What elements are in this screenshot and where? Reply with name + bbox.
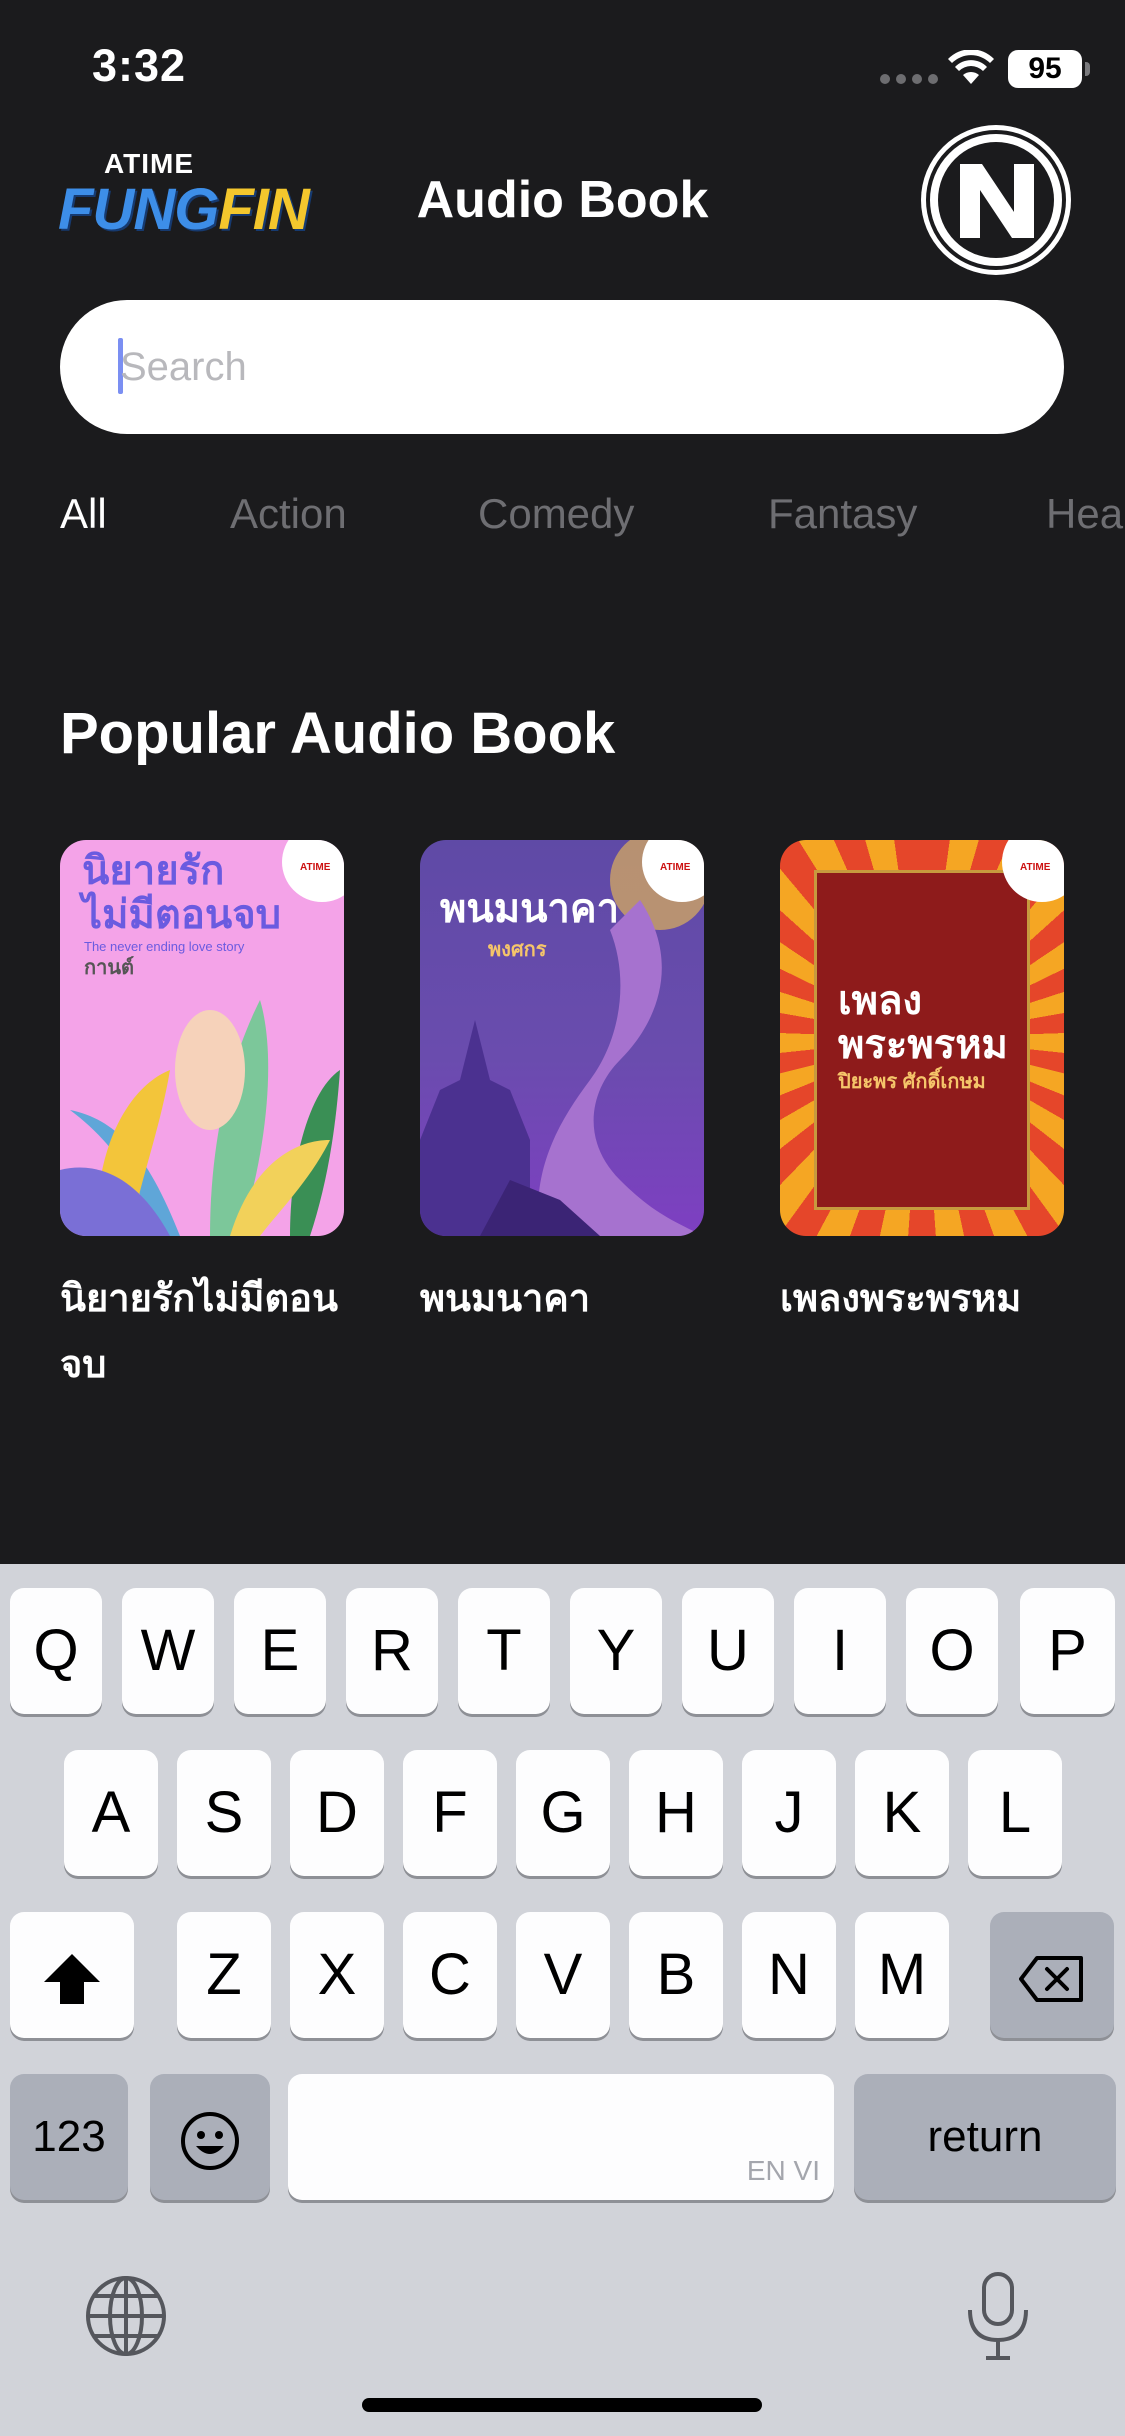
- profile-avatar[interactable]: [926, 130, 1066, 270]
- key-e[interactable]: E: [234, 1588, 326, 1714]
- status-time: 3:32: [92, 40, 187, 91]
- key-b[interactable]: B: [629, 1912, 723, 2038]
- book-title[interactable]: เพลงพระพรหม: [780, 1266, 1070, 1332]
- book-card[interactable]: นิยายรัก ไม่มีตอนจบ The never ending lov…: [60, 840, 344, 1398]
- key-t[interactable]: T: [458, 1588, 550, 1714]
- battery-indicator: 95: [1008, 50, 1090, 88]
- emoji-icon: [181, 2111, 239, 2170]
- key-r[interactable]: R: [346, 1588, 438, 1714]
- globe-icon[interactable]: [84, 2274, 168, 2358]
- home-indicator[interactable]: [362, 2398, 762, 2412]
- n-letter-icon: [960, 164, 1034, 238]
- audio-book-screen: 3:32 95 ATIME FUNGFIN Audio Book All Act…: [0, 0, 1125, 2436]
- key-k[interactable]: K: [855, 1750, 949, 1876]
- return-key[interactable]: return: [854, 2074, 1116, 2200]
- key-j[interactable]: J: [742, 1750, 836, 1876]
- key-m[interactable]: M: [855, 1912, 949, 2038]
- key-z[interactable]: Z: [177, 1912, 271, 2038]
- book-card[interactable]: พนมนาคา พงศกร พนมนาคา: [420, 840, 704, 1332]
- delete-key[interactable]: [990, 1912, 1114, 2038]
- cellular-signal-icon: [880, 74, 938, 86]
- cover-title-line1: เพลง: [838, 979, 923, 1023]
- on-screen-keyboard: Q W E R T Y U I O P A S D F G H J K L Z …: [0, 1564, 1125, 2436]
- book-title[interactable]: พนมนาคา: [420, 1266, 710, 1332]
- key-y[interactable]: Y: [570, 1588, 662, 1714]
- key-n[interactable]: N: [742, 1912, 836, 2038]
- microphone-icon[interactable]: [962, 2270, 1034, 2362]
- key-c[interactable]: C: [403, 1912, 497, 2038]
- category-tab-all[interactable]: All: [60, 490, 107, 538]
- book-title[interactable]: นิยายรักไม่มีตอนจบ: [60, 1266, 350, 1398]
- status-bar: 3:32 95: [0, 0, 1125, 130]
- key-i[interactable]: I: [794, 1588, 886, 1714]
- key-v[interactable]: V: [516, 1912, 610, 2038]
- key-x[interactable]: X: [290, 1912, 384, 2038]
- key-w[interactable]: W: [122, 1588, 214, 1714]
- cover-title-line1: พนมนาคา: [440, 887, 620, 931]
- cover-title-line1: นิยายรัก: [82, 849, 225, 893]
- emoji-key[interactable]: [150, 2074, 270, 2200]
- wifi-icon: [948, 50, 994, 84]
- backspace-icon: [1019, 1955, 1083, 2002]
- key-q[interactable]: Q: [10, 1588, 102, 1714]
- key-a[interactable]: A: [64, 1750, 158, 1876]
- space-language-hint: EN VI: [746, 2155, 820, 2186]
- key-o[interactable]: O: [906, 1588, 998, 1714]
- cover-title-line2: พระพรหม: [838, 1023, 1008, 1067]
- book-cover[interactable]: พนมนาคา พงศกร: [420, 840, 704, 1236]
- category-tab-fantasy[interactable]: Fantasy: [768, 490, 917, 538]
- search-bar[interactable]: [60, 300, 1064, 434]
- cover-author: พงศกร: [488, 939, 547, 961]
- category-tab-hea[interactable]: Hea: [1046, 490, 1123, 538]
- book-card[interactable]: เพลง พระพรหม ปิยะพร ศักดิ์เกษม เพลงพระพร…: [780, 840, 1064, 1332]
- search-input[interactable]: [120, 330, 1000, 404]
- shift-key[interactable]: [10, 1912, 134, 2038]
- cover-subtitle: The never ending love story: [84, 939, 245, 954]
- key-d[interactable]: D: [290, 1750, 384, 1876]
- cover-author: ปิยะพร ศักดิ์เกษม: [838, 1071, 986, 1093]
- book-cover[interactable]: เพลง พระพรหม ปิยะพร ศักดิ์เกษม: [780, 840, 1064, 1236]
- book-cover[interactable]: นิยายรัก ไม่มีตอนจบ The never ending lov…: [60, 840, 344, 1236]
- shift-arrow-icon: [44, 1953, 100, 2004]
- section-title: Popular Audio Book: [60, 701, 616, 766]
- key-h[interactable]: H: [629, 1750, 723, 1876]
- key-f[interactable]: F: [403, 1750, 497, 1876]
- key-p[interactable]: P: [1020, 1588, 1115, 1714]
- cover-author: กานต์: [84, 957, 134, 979]
- key-u[interactable]: U: [682, 1588, 774, 1714]
- key-g[interactable]: G: [516, 1750, 610, 1876]
- key-l[interactable]: L: [968, 1750, 1062, 1876]
- n-logo-icon: [938, 142, 1054, 258]
- numbers-key[interactable]: 123: [10, 2074, 128, 2200]
- cover-title-line2: ไม่มีตอนจบ: [82, 893, 282, 937]
- key-s[interactable]: S: [177, 1750, 271, 1876]
- category-tab-action[interactable]: Action: [230, 490, 347, 538]
- space-key[interactable]: EN VI: [288, 2074, 834, 2200]
- category-tab-comedy[interactable]: Comedy: [478, 490, 634, 538]
